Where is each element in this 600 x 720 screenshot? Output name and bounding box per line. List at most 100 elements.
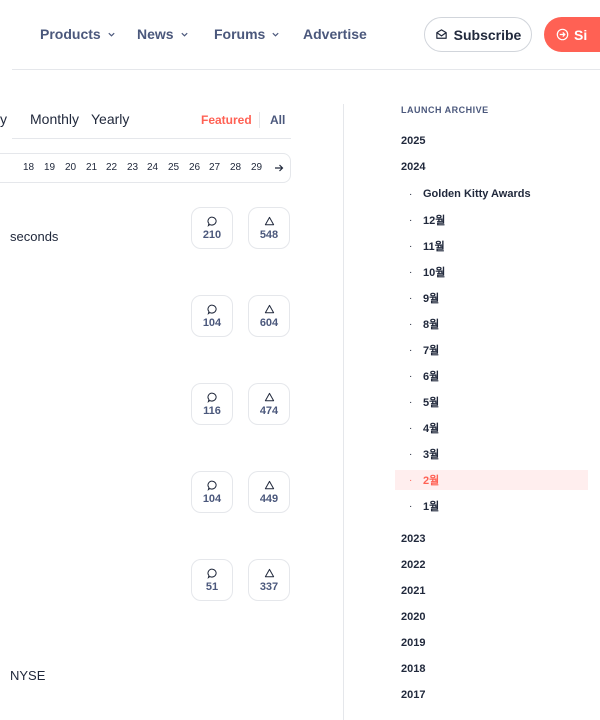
comments-button[interactable]: 104 <box>191 295 233 337</box>
comment-count: 104 <box>202 316 222 329</box>
archive-year-2020[interactable]: 2020 <box>401 611 425 623</box>
month-label: 11월 <box>423 241 445 253</box>
archive-month-golden-kitty[interactable]: · Golden Kitty Awards <box>395 184 588 204</box>
day-28[interactable]: 28 <box>230 162 241 173</box>
upvote-triangle-icon <box>264 304 274 313</box>
day-27[interactable]: 27 <box>209 162 220 173</box>
archive-month-12[interactable]: · 12월 <box>395 210 588 230</box>
archive-month-1[interactable]: · 1월 <box>395 496 588 516</box>
archive-month-5[interactable]: · 5월 <box>395 392 588 412</box>
month-label: 12월 <box>423 215 446 227</box>
archive-year-2024[interactable]: 2024 <box>401 161 425 173</box>
bullet-icon: · <box>409 292 413 304</box>
day-20[interactable]: 20 <box>65 162 76 173</box>
archive-year-2023[interactable]: 2023 <box>401 533 425 545</box>
upvote-button[interactable]: 548 <box>248 207 290 249</box>
arrow-right-icon[interactable] <box>273 162 285 174</box>
upvote-button[interactable]: 449 <box>248 471 290 513</box>
archive-month-9[interactable]: · 9월 <box>395 288 588 308</box>
tab-featured[interactable]: Featured <box>201 113 252 127</box>
comment-icon <box>207 480 217 491</box>
nav-products-label: Products <box>40 26 101 42</box>
tabs-divider <box>12 138 291 139</box>
top-header: Products News Forums Advertise Subscribe… <box>0 0 600 70</box>
archive-year-2019[interactable]: 2019 <box>401 637 425 649</box>
month-label: 10월 <box>423 267 446 279</box>
upvote-triangle-icon <box>264 216 274 225</box>
archive-month-7[interactable]: · 7월 <box>395 340 588 360</box>
day-23[interactable]: 23 <box>127 162 138 173</box>
header-divider <box>12 69 600 70</box>
chevron-down-icon <box>108 32 115 37</box>
month-label: 9월 <box>423 293 440 305</box>
sign-in-label: Si <box>574 26 588 43</box>
upvote-triangle-icon <box>264 568 274 577</box>
product-description: seconds <box>10 229 59 244</box>
product-description: NYSE <box>10 668 46 683</box>
archive-year-2025[interactable]: 2025 <box>401 135 425 147</box>
comments-button[interactable]: 210 <box>191 207 233 249</box>
bullet-icon: · <box>409 240 413 252</box>
bullet-icon: · <box>409 448 413 460</box>
subscribe-button[interactable]: Subscribe <box>424 17 532 52</box>
comments-button[interactable]: 116 <box>191 383 233 425</box>
archive-year-2017[interactable]: 2017 <box>401 689 425 701</box>
archive-year-2021[interactable]: 2021 <box>401 585 425 597</box>
nav-forums-label: Forums <box>214 26 266 42</box>
subscribe-label: Subscribe <box>453 26 522 43</box>
bullet-icon: · <box>409 422 413 434</box>
archive-month-10[interactable]: · 10월 <box>395 262 588 282</box>
bullet-icon: · <box>409 188 413 200</box>
comments-button[interactable]: 51 <box>191 559 233 601</box>
comments-button[interactable]: 104 <box>191 471 233 513</box>
day-19[interactable]: 19 <box>44 162 55 173</box>
comment-count: 116 <box>203 404 221 417</box>
day-26[interactable]: 26 <box>189 162 200 173</box>
archive-month-11[interactable]: · 11월 <box>395 236 588 256</box>
day-18[interactable]: 18 <box>23 162 34 173</box>
archive-title: LAUNCH ARCHIVE <box>401 105 489 115</box>
archive-month-6[interactable]: · 6월 <box>395 366 588 386</box>
archive-month-8[interactable]: · 8월 <box>395 314 588 334</box>
nav-forums[interactable]: Forums <box>214 26 280 42</box>
upvote-count: 337 <box>259 580 279 593</box>
leaderboard-tabs: y Monthly Yearly Featured All <box>0 111 300 131</box>
bullet-icon: · <box>409 344 413 356</box>
nav-news-label: News <box>137 26 174 42</box>
archive-year-2022[interactable]: 2022 <box>401 559 425 571</box>
month-label: 8월 <box>423 319 440 331</box>
tab-monthly[interactable]: Monthly <box>30 111 79 127</box>
tab-daily[interactable]: y <box>0 111 7 127</box>
nav-advertise[interactable]: Advertise <box>303 26 367 42</box>
comment-icon <box>207 392 217 403</box>
upvote-button[interactable]: 337 <box>248 559 290 601</box>
nav-products[interactable]: Products <box>40 26 116 42</box>
archive-month-3[interactable]: · 3월 <box>395 444 588 464</box>
day-25[interactable]: 25 <box>168 162 179 173</box>
archive-year-2018[interactable]: 2018 <box>401 663 425 675</box>
month-label: Golden Kitty Awards <box>423 188 531 200</box>
day-29[interactable]: 29 <box>251 162 262 173</box>
sign-in-icon <box>556 28 569 41</box>
upvote-count: 604 <box>259 316 279 329</box>
day-21[interactable]: 21 <box>86 162 97 173</box>
day-24[interactable]: 24 <box>147 162 158 173</box>
nav-news[interactable]: News <box>137 26 189 42</box>
nav-advertise-label: Advertise <box>303 26 367 42</box>
archive-month-4[interactable]: · 4월 <box>395 418 588 438</box>
tab-all[interactable]: All <box>270 113 285 127</box>
comment-icon <box>207 568 217 579</box>
bullet-icon: · <box>409 266 413 278</box>
upvote-count: 474 <box>259 404 279 417</box>
archive-month-2-active[interactable]: · 2월 <box>395 470 588 490</box>
bullet-icon: · <box>409 500 413 512</box>
month-label: 5월 <box>423 397 440 409</box>
month-label: 3월 <box>423 449 440 461</box>
tab-yearly[interactable]: Yearly <box>91 111 129 127</box>
upvote-button[interactable]: 474 <box>248 383 290 425</box>
upvote-button[interactable]: 604 <box>248 295 290 337</box>
envelope-icon <box>435 29 447 39</box>
bullet-icon: · <box>409 370 413 382</box>
day-22[interactable]: 22 <box>106 162 117 173</box>
sign-in-button[interactable]: Si <box>544 17 600 52</box>
